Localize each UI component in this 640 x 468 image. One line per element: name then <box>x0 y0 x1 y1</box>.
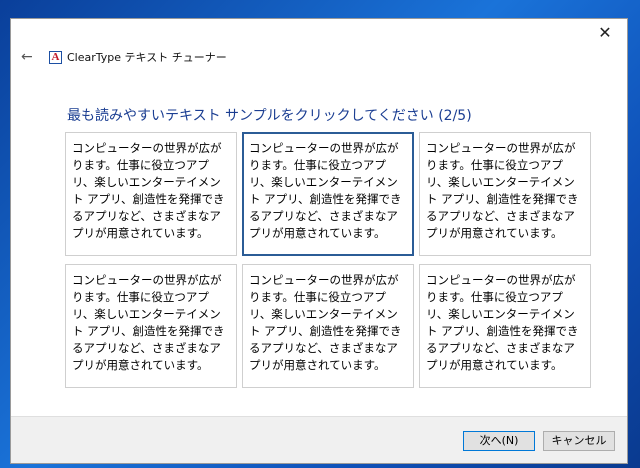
cleartype-app-icon: A <box>49 51 62 64</box>
cancel-button[interactable]: キャンセル <box>543 431 615 451</box>
text-sample-2[interactable]: コンピューターの世界が広がります。仕事に役立つアプリ、楽しいエンターテイメント … <box>242 132 414 256</box>
text-sample-1[interactable]: コンピューターの世界が広がります。仕事に役立つアプリ、楽しいエンターテイメント … <box>65 132 237 256</box>
back-arrow-icon[interactable]: ← <box>21 49 39 65</box>
next-button[interactable]: 次へ(N) <box>463 431 535 451</box>
text-sample-6[interactable]: コンピューターの世界が広がります。仕事に役立つアプリ、楽しいエンターテイメント … <box>419 264 591 388</box>
window-title: ClearType テキスト チューナー <box>67 51 227 64</box>
footer-bar: 次へ(N) キャンセル <box>11 416 627 463</box>
close-icon[interactable]: ✕ <box>595 23 615 43</box>
instruction-text: 最も読みやすいテキスト サンプルをクリックしてください (2/5) <box>67 108 472 124</box>
cleartype-tuner-window: ✕ ← A ClearType テキスト チューナー 最も読みやすいテキスト サ… <box>10 18 628 464</box>
text-sample-5[interactable]: コンピューターの世界が広がります。仕事に役立つアプリ、楽しいエンターテイメント … <box>242 264 414 388</box>
text-sample-4[interactable]: コンピューターの世界が広がります。仕事に役立つアプリ、楽しいエンターテイメント … <box>65 264 237 388</box>
text-sample-3[interactable]: コンピューターの世界が広がります。仕事に役立つアプリ、楽しいエンターテイメント … <box>419 132 591 256</box>
